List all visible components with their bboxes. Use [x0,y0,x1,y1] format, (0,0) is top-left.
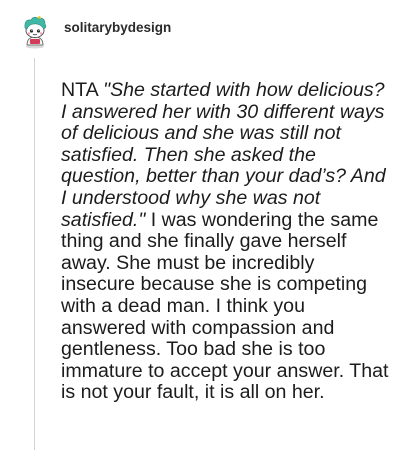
comment-card: solitarybydesign NTA "She started with h… [0,0,400,467]
comment-body: NTA "She started with how delicious? I a… [61,79,391,404]
comment-header: solitarybydesign [18,12,171,52]
comment-body-prefix: NTA [61,79,104,101]
comment-username[interactable]: solitarybydesign [64,20,171,35]
thread-collapse-line[interactable] [34,58,35,450]
comment-body-rest: I was wondering the same thing and she f… [61,208,389,404]
snoo-avatar-icon[interactable] [18,15,52,49]
